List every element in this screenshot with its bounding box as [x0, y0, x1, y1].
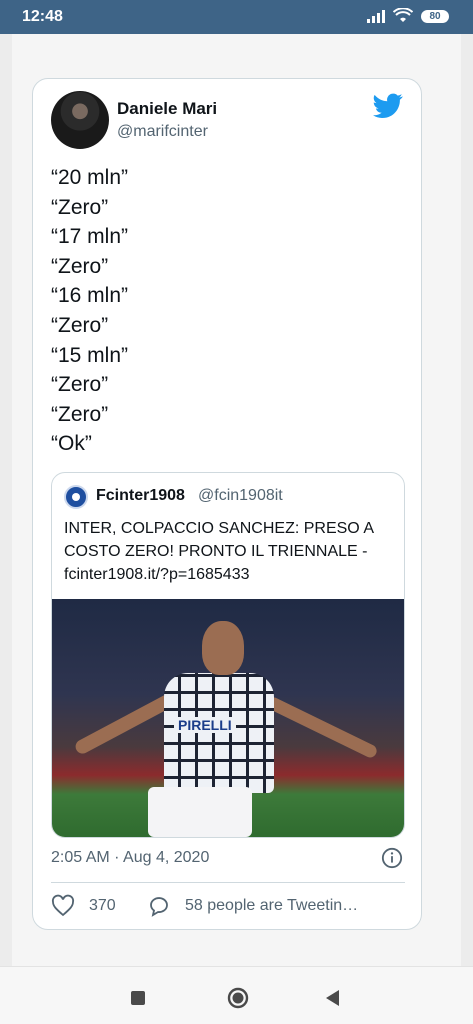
quote-avatar [64, 485, 88, 509]
jersey-sponsor: PIRELLI [174, 717, 236, 733]
quote-text: INTER, COLPACCIO SANCHEZ: PRESO A COSTO … [64, 520, 374, 583]
user-handle[interactable]: @marifcinter [117, 123, 208, 141]
info-icon[interactable] [381, 847, 403, 869]
player-jersey [164, 673, 274, 793]
like-count: 370 [89, 897, 116, 914]
status-icons: 80 [367, 8, 449, 24]
back-icon[interactable] [324, 989, 340, 1007]
player-arm [265, 695, 379, 760]
display-name[interactable]: Daniele Mari [117, 99, 217, 119]
quote-handle: @fcin1908it [198, 487, 283, 504]
quote-image[interactable]: PIRELLI [52, 599, 404, 837]
tweet-line: “16 mln” [51, 284, 129, 308]
avatar[interactable] [51, 91, 109, 149]
page-background: Daniele Mari @marifcinter “20 mln” “Zero… [12, 34, 461, 966]
tweet-line: “Zero” [51, 313, 109, 337]
player-shorts [148, 787, 252, 837]
status-bar: 12:48 80 [0, 0, 473, 34]
player-arm [73, 691, 177, 757]
tweet-timestamp[interactable]: 2:05 AM · Aug 4, 2020 [51, 849, 209, 867]
reply-icon[interactable] [147, 894, 171, 918]
wifi-icon [393, 8, 413, 22]
tweet-line: “17 mln” [51, 225, 129, 249]
signal-icon [367, 9, 385, 23]
tweet-text: “20 mln” “Zero” “17 mln” “Zero” “16 mln”… [51, 163, 128, 459]
tweet-line: “Zero” [51, 373, 109, 397]
twitter-icon[interactable] [373, 93, 403, 119]
tweet-line: “Zero” [51, 254, 109, 278]
home-icon[interactable] [227, 987, 249, 1009]
divider [51, 882, 405, 883]
tweet-card[interactable]: Daniele Mari @marifcinter “20 mln” “Zero… [32, 78, 422, 930]
navigation-bar [0, 966, 473, 1024]
player-head [202, 621, 244, 675]
status-time: 12:48 [22, 8, 63, 25]
recents-icon[interactable] [131, 991, 145, 1005]
tweet-line: “Zero” [51, 402, 109, 426]
retweet-text[interactable]: 58 people are Tweetin… [185, 897, 358, 915]
battery-icon: 80 [421, 9, 449, 23]
quote-display-name: Fcinter1908 [96, 487, 185, 504]
quoted-tweet[interactable]: Fcinter1908 @fcin1908it INTER, COLPACCIO… [51, 472, 405, 838]
tweet-line: “Ok” [51, 432, 92, 456]
tweet-line: “15 mln” [51, 343, 129, 367]
tweet-line: “20 mln” [51, 166, 129, 189]
heart-icon[interactable] [51, 894, 75, 918]
tweet-line: “Zero” [51, 195, 109, 219]
